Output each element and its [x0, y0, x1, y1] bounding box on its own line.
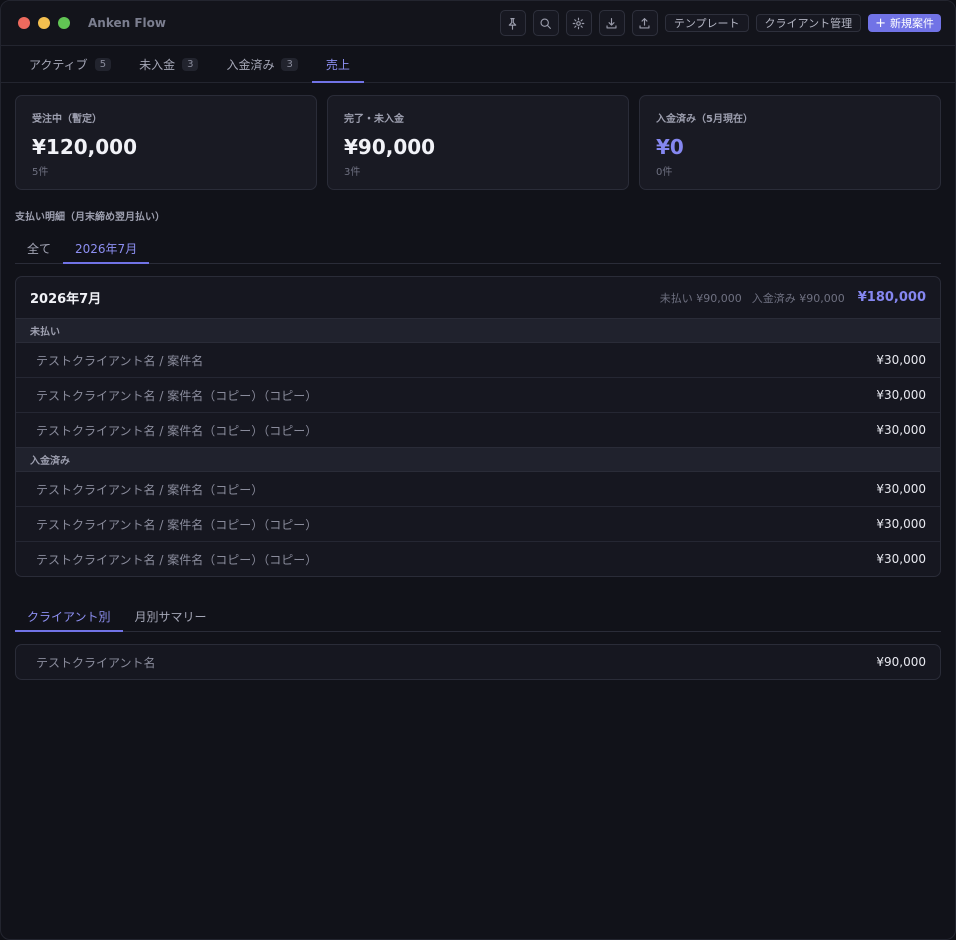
- tab-label: 未入金: [139, 57, 176, 72]
- card-count: 3件: [344, 167, 361, 178]
- row-amount: ¥30,000: [876, 517, 926, 531]
- client-list: テストクライアント名 ¥90,000: [15, 644, 941, 680]
- pin-icon: [509, 17, 517, 30]
- row-amount: ¥30,000: [876, 482, 926, 496]
- card-label: 受注中（暫定）: [32, 114, 102, 125]
- upload-button[interactable]: [631, 10, 658, 36]
- row-amount: ¥30,000: [876, 353, 926, 367]
- tab-2026-07[interactable]: 2026年7月: [63, 233, 150, 264]
- list-item[interactable]: テストクライアント名 / 案件名（コピー）（コピー） ¥30,000: [16, 413, 940, 448]
- row-name: テストクライアント名 / 案件名: [36, 353, 204, 368]
- search-icon: [540, 17, 552, 29]
- tab-count-badge: 3: [182, 57, 199, 71]
- tab-unpaid[interactable]: 未入金 3: [125, 46, 212, 82]
- summary-card-completed-unpaid: 完了・未入金 ¥90,000 3件: [327, 95, 629, 190]
- month-panel: 2026年7月 未払い ¥90,000 入金済み ¥90,000 ¥180,00…: [15, 276, 941, 577]
- card-value: ¥120,000: [32, 135, 138, 159]
- tab-count-badge: 3: [281, 57, 298, 71]
- group-header-paid: 入金済み: [16, 448, 940, 472]
- settings-button[interactable]: [565, 10, 592, 36]
- row-amount: ¥30,000: [876, 552, 926, 566]
- month-meta: 未払い ¥90,000 入金済み ¥90,000 ¥180,000: [660, 290, 926, 306]
- card-label: 完了・未入金: [344, 114, 404, 125]
- row-name: テストクライアント名 / 案件名（コピー）: [36, 482, 264, 497]
- close-window-button[interactable]: [18, 17, 30, 29]
- tab-paid[interactable]: 入金済み 3: [212, 46, 311, 82]
- new-case-label: 新規案件: [890, 17, 934, 30]
- client-name: テストクライアント名: [36, 655, 156, 670]
- tab-sales[interactable]: 売上: [311, 46, 364, 83]
- tab-label: 入金済み: [226, 57, 275, 72]
- template-button[interactable]: テンプレート: [664, 14, 749, 32]
- card-value: ¥90,000: [344, 135, 436, 159]
- download-button[interactable]: [598, 10, 625, 36]
- row-name: テストクライアント名 / 案件名（コピー）（コピー）: [36, 423, 318, 438]
- main-tabs: アクティブ 5 未入金 3 入金済み 3 売上: [1, 46, 955, 83]
- download-icon: [606, 17, 617, 29]
- row-name: テストクライアント名 / 案件名（コピー）（コピー）: [36, 552, 318, 567]
- card-count: 0件: [656, 167, 673, 178]
- row-name: テストクライアント名 / 案件名（コピー）（コピー）: [36, 517, 318, 532]
- app-title: Anken Flow: [88, 16, 166, 30]
- paid-summary: 入金済み ¥90,000: [751, 291, 845, 305]
- search-button[interactable]: [532, 10, 559, 36]
- tab-count-badge: 5: [94, 57, 112, 71]
- zoom-window-button[interactable]: [58, 17, 70, 29]
- toolbar: テンプレート クライアント管理 + 新規案件: [499, 10, 941, 36]
- list-item[interactable]: テストクライアント名 / 案件名（コピー）（コピー） ¥30,000: [16, 542, 940, 576]
- row-name: テストクライアント名 / 案件名（コピー）（コピー）: [36, 388, 318, 403]
- pin-button[interactable]: [499, 10, 526, 36]
- window-controls: [18, 17, 70, 29]
- month-title: 2026年7月: [30, 292, 102, 307]
- summary-card-paid: 入金済み（5月現在） ¥0 0件: [639, 95, 941, 190]
- month-header: 2026年7月 未払い ¥90,000 入金済み ¥90,000 ¥180,00…: [16, 277, 940, 319]
- tab-active[interactable]: アクティブ 5: [15, 46, 125, 82]
- group-header-unpaid: 未払い: [16, 319, 940, 343]
- row-amount: ¥30,000: [876, 388, 926, 402]
- summary-view-tabs: クライアント別 月別サマリー: [15, 601, 941, 632]
- card-value: ¥0: [656, 135, 684, 159]
- row-amount: ¥30,000: [876, 423, 926, 437]
- card-label: 入金済み（5月現在）: [656, 114, 753, 125]
- payment-section-title: 支払い明細（月末締め翌月払い）: [15, 212, 165, 223]
- card-count: 5件: [32, 167, 49, 178]
- gear-icon: [573, 17, 585, 29]
- summary-cards: 受注中（暫定） ¥120,000 5件 完了・未入金 ¥90,000 3件 入金…: [1, 83, 955, 190]
- tab-label: 売上: [325, 57, 350, 72]
- new-case-button[interactable]: + 新規案件: [868, 14, 941, 32]
- tab-label: アクティブ: [29, 57, 88, 72]
- client-management-button[interactable]: クライアント管理: [755, 14, 862, 32]
- month-total: ¥180,000: [857, 290, 926, 305]
- unpaid-summary: 未払い ¥90,000: [659, 291, 742, 305]
- payment-period-tabs: 全て 2026年7月: [15, 233, 941, 264]
- list-item[interactable]: テストクライアント名 / 案件名 ¥30,000: [16, 343, 940, 378]
- list-item[interactable]: テストクライアント名 / 案件名（コピー）（コピー） ¥30,000: [16, 507, 940, 542]
- tab-by-client[interactable]: クライアント別: [15, 601, 123, 632]
- upload-icon: [639, 17, 650, 29]
- tab-all[interactable]: 全て: [15, 233, 63, 263]
- summary-card-in-progress: 受注中（暫定） ¥120,000 5件: [15, 95, 317, 190]
- tab-monthly-summary[interactable]: 月別サマリー: [123, 601, 219, 631]
- list-item[interactable]: テストクライアント名 ¥90,000: [16, 645, 940, 679]
- minimize-window-button[interactable]: [38, 17, 50, 29]
- app-window: Anken Flow テンプレート クライアント管理 + 新規案件 アクティブ …: [0, 0, 956, 940]
- list-item[interactable]: テストクライアント名 / 案件名（コピー）（コピー） ¥30,000: [16, 378, 940, 413]
- list-item[interactable]: テストクライアント名 / 案件名（コピー） ¥30,000: [16, 472, 940, 507]
- title-bar: Anken Flow テンプレート クライアント管理 + 新規案件: [1, 1, 955, 46]
- plus-icon: +: [875, 15, 886, 31]
- client-amount: ¥90,000: [876, 655, 926, 669]
